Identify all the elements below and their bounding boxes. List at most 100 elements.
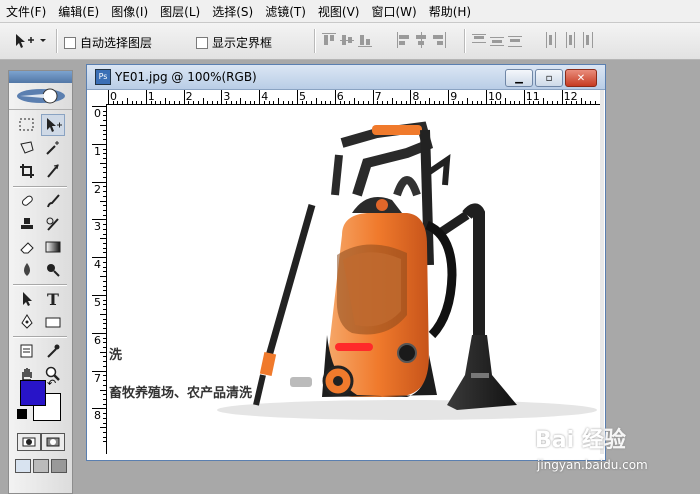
history-brush-icon[interactable] [41,213,65,235]
pen-tool-icon[interactable] [15,311,39,333]
ruler-tick [100,200,106,202]
distribute-right-icon[interactable] [580,32,594,48]
horizontal-ruler[interactable]: 0 1 2 3 4 5 6 7 8 9 10 11 12 [106,90,600,105]
image-canvas[interactable]: 洗 畜牧养殖场、农产品清洗 [107,105,600,452]
shape-tool-icon[interactable] [41,311,65,333]
ruler-tick [287,101,289,104]
menu-help[interactable]: 帮助(H) [423,3,477,20]
ruler-tick [348,101,350,104]
toolbox: T ↶ [8,70,73,494]
ruler-tick [103,422,106,424]
eraser-tool-icon[interactable] [15,236,39,258]
ruler-left-label: 6 [94,333,101,347]
ruler-tick [92,181,106,183]
ruler-tick [103,233,106,235]
ruler-tick [103,243,106,245]
swap-colors-icon[interactable]: ↶ [47,377,56,390]
magic-wand-icon[interactable] [41,137,65,159]
distribute-vertical-buttons [472,32,522,48]
default-colors-icon[interactable] [17,409,27,419]
photoshop-logo[interactable] [9,83,72,110]
eyedropper-icon[interactable] [41,340,65,362]
ruler-tick [330,101,332,104]
toolbox-header[interactable] [9,71,72,83]
align-left-icon[interactable] [396,32,410,48]
screen-mode-full-icon[interactable] [51,459,67,473]
slice-tool-icon[interactable] [41,160,65,182]
distribute-hcenter-icon[interactable] [562,32,576,48]
menu-edit[interactable]: 编辑(E) [52,3,105,20]
screen-mode-standard-icon[interactable] [15,459,31,473]
ruler-tick [103,209,106,211]
lasso-tool-icon[interactable] [15,137,39,159]
close-button[interactable]: ✕ [565,69,597,87]
quick-mask-icon[interactable] [41,433,65,451]
menu-file[interactable]: 文件(F) [0,3,52,20]
ruler-tick [103,356,106,358]
document-titlebar[interactable]: Ps YE01.jpg @ 100%(RGB) ▁ ▫ ✕ [87,65,605,90]
ruler-tick [103,384,106,386]
foreground-color-swatch[interactable] [20,380,46,406]
ruler-tick [339,101,341,104]
menu-layer[interactable]: 图层(L) [154,3,206,20]
ruler-tick [382,101,384,104]
marquee-tool-icon[interactable] [15,114,39,136]
standard-mode-icon[interactable] [17,433,41,451]
ruler-tick [434,101,436,104]
vertical-scrollbar[interactable] [600,90,604,454]
ruler-tick [103,191,106,193]
ruler-tick [103,441,106,443]
distribute-left-icon[interactable] [544,32,558,48]
ruler-origin[interactable] [92,90,107,105]
menu-select[interactable]: 选择(S) [206,3,259,20]
type-tool-icon[interactable]: T [41,288,65,310]
ruler-tick [457,101,459,104]
blur-tool-icon[interactable] [15,259,39,281]
align-top-icon[interactable] [322,32,336,48]
show-bounds-checkbox[interactable]: 显示定界框 [196,34,272,51]
caption-line-2: 畜牧养殖场、农产品清洗 [109,386,253,401]
baidu-jingyan-watermark: Bai 经验 jingyan.baidu.com [535,420,695,480]
dodge-tool-icon[interactable] [41,259,65,281]
align-hcenter-icon[interactable] [414,32,428,48]
distribute-top-icon[interactable] [472,32,486,48]
align-right-icon[interactable] [432,32,446,48]
ruler-tick [103,205,106,207]
menu-filter[interactable]: 滤镜(T) [259,3,312,20]
ruler-tick [363,101,365,104]
menu-window[interactable]: 窗口(W) [365,3,422,20]
minimize-button[interactable]: ▁ [505,69,533,87]
ruler-tick [226,101,228,104]
vertical-ruler[interactable]: 0 1 2 3 4 5 6 7 8 [92,104,107,454]
ruler-tick [103,375,106,377]
path-selection-icon[interactable] [15,288,39,310]
crop-tool-icon[interactable] [15,160,39,182]
maximize-icon: ▫ [545,72,553,84]
notes-tool-icon[interactable] [15,340,39,362]
ruler-tick [92,219,106,221]
ruler-tick [159,101,161,104]
gradient-tool-icon[interactable] [41,236,65,258]
healing-brush-icon[interactable] [15,190,39,212]
maximize-button[interactable]: ▫ [535,69,563,87]
ruler-tick [103,153,106,155]
ruler-tick [103,436,106,438]
distribute-bottom-icon[interactable] [508,32,522,48]
document-window: Ps YE01.jpg @ 100%(RGB) ▁ ▫ ✕ 0123456789… [86,64,606,461]
menu-image[interactable]: 图像(I) [105,3,154,20]
move-tool-icon[interactable] [41,114,65,136]
ruler-tick [372,90,374,104]
distribute-vcenter-icon[interactable] [490,32,504,48]
screen-mode-menu-icon[interactable] [33,459,49,473]
tool-preset-picker[interactable] [8,29,52,53]
auto-select-checkbox[interactable]: 自动选择图层 [64,34,152,51]
menu-view[interactable]: 视图(V) [312,3,366,20]
clone-stamp-icon[interactable] [15,213,39,235]
brush-tool-icon[interactable] [41,190,65,212]
ruler-tick [386,101,388,104]
align-bottom-icon[interactable] [358,32,372,48]
ruler-tick [92,408,106,410]
ruler-tick [320,101,322,104]
ruler-tick [112,101,114,104]
align-vcenter-icon[interactable] [340,32,354,48]
